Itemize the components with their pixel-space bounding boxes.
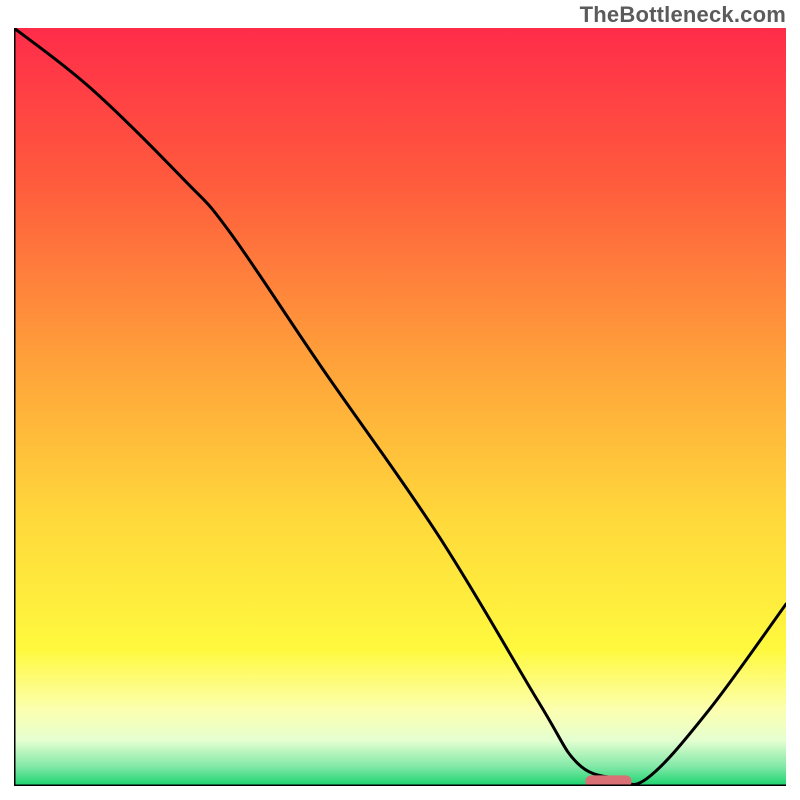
chart-background: [14, 28, 786, 786]
watermark-text: TheBottleneck.com: [580, 2, 786, 28]
bottleneck-chart: [14, 28, 786, 786]
optimal-marker: [585, 775, 631, 786]
